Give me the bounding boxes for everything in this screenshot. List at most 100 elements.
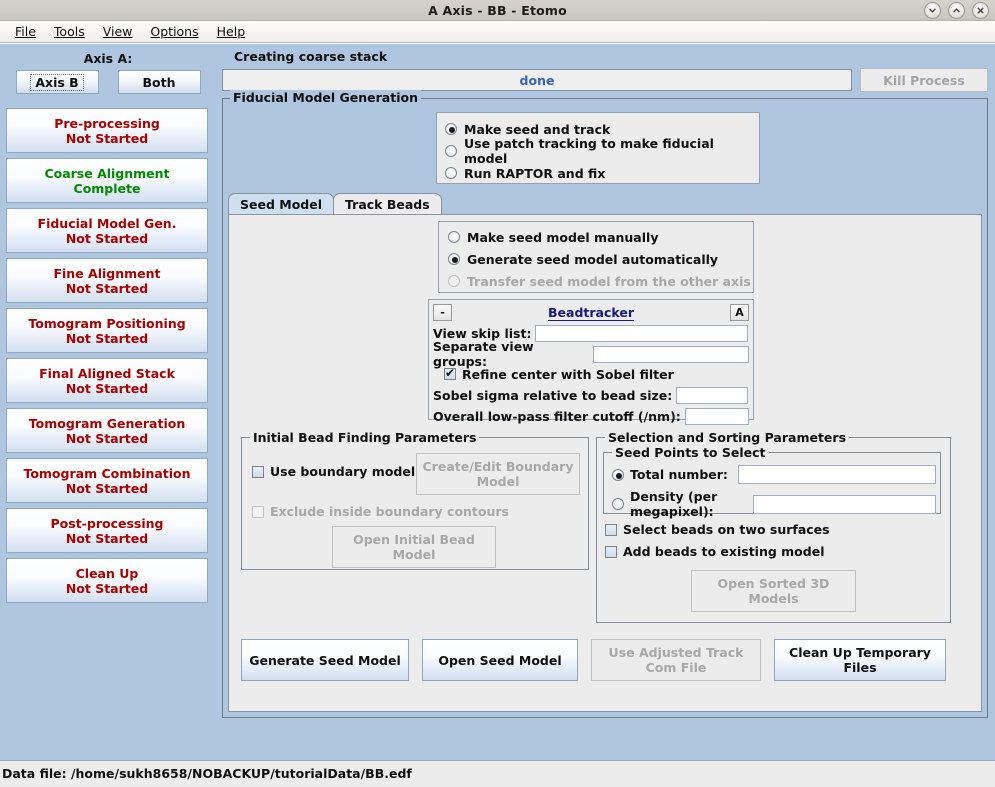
tab-track-beads[interactable]: Track Beads [333,193,442,215]
clean-up-temporary-files-button[interactable]: Clean Up Temporary Files [774,639,946,681]
fiducial-group-title: Fiducial Model Generation [230,90,421,105]
sobel-sigma-row: Sobel sigma relative to bead size: [433,385,749,405]
use-boundary-model-checkbox-row[interactable]: Use boundary model [252,464,415,479]
kill-process-label: Kill Process [883,72,965,88]
stage-status: Not Started [65,280,149,296]
radio-button-icon [448,253,460,265]
stage-status: Complete [73,180,141,196]
density-row[interactable]: Density (per megapixel): [612,489,936,519]
sidebar-item-post-processing[interactable]: Post-processing Not Started [6,508,208,553]
sidebar-item-fine-alignment[interactable]: Fine Alignment Not Started [6,258,208,303]
use-adjusted-track-com-file-label: Use Adjusted Track Com File [608,645,744,675]
radio-label: Transfer seed model from the other axis [467,273,751,289]
lowpass-cutoff-row: Overall low-pass filter cutoff (/nm): [433,406,749,426]
both-axes-button[interactable]: Both [117,70,201,94]
radio-use-patch-tracking[interactable]: Use patch tracking to make fiducial mode… [445,136,759,166]
beadtracker-panel: - Beadtracker A View skip list: Separate… [428,299,754,425]
total-number-label: Total number: [630,467,728,482]
menu-options[interactable]: Options [141,22,207,41]
stage-title: Fiducial Model Gen. [37,215,177,231]
progress-bar-text: done [519,72,555,88]
window-title: A Axis - BB - Etomo [428,2,567,18]
total-number-input[interactable] [737,465,936,484]
stage-status: Not Started [65,230,149,246]
sidebar-item-final-aligned-stack[interactable]: Final Aligned Stack Not Started [6,358,208,403]
seed-points-title: Seed Points to Select [612,445,769,460]
sidebar-item-tomogram-combination[interactable]: Tomogram Combination Not Started [6,458,208,503]
separate-view-groups-label: Separate view groups: [433,339,534,369]
checkbox-icon [605,545,617,558]
menu-file[interactable]: File [6,22,45,41]
radio-button-icon [445,123,457,135]
sidebar-item-tomogram-generation[interactable]: Tomogram Generation Not Started [6,408,208,453]
sidebar: Axis A: Axis B Both Pre-processing Not S… [0,44,216,764]
refine-sobel-label: Refine center with Sobel filter [462,366,674,382]
minimize-button[interactable] [924,2,941,19]
statusbar-text: Data file: /home/sukh8658/NOBACKUP/tutor… [2,765,412,781]
stage-title: Clean Up [75,565,139,581]
menu-tools[interactable]: Tools [45,22,94,41]
window-controls [924,2,989,19]
menu-view[interactable]: View [94,22,142,41]
tab-seed-model[interactable]: Seed Model [228,193,334,215]
refine-sobel-checkbox-row[interactable]: Refine center with Sobel filter [433,364,749,384]
axis-b-button[interactable]: Axis B [15,70,99,94]
selection-sorting-group: Selection and Sorting Parameters Seed Po… [596,430,951,623]
generate-seed-model-button[interactable]: Generate Seed Model [241,639,409,681]
advanced-icon: A [735,305,744,319]
maximize-button[interactable] [948,2,965,19]
radio-label: Use patch tracking to make fiducial mode… [464,136,714,166]
radio-button-icon [612,498,624,510]
open-seed-model-button[interactable]: Open Seed Model [422,639,578,681]
beadtracker-collapse-button[interactable]: - [433,303,452,321]
radio-button-icon [448,275,460,287]
beadtracker-header: - Beadtracker A [433,302,749,322]
add-beads-label: Add beads to existing model [623,544,825,559]
total-number-row[interactable]: Total number: [612,465,936,484]
menu-options-label: Options [150,24,199,39]
clean-up-temporary-files-label: Clean Up Temporary Files [789,645,931,675]
menu-tools-label: Tools [53,24,85,39]
selection-sorting-title: Selection and Sorting Parameters [605,430,850,445]
stage-status: Not Started [65,430,149,446]
sidebar-item-coarse-alignment[interactable]: Coarse Alignment Complete [6,158,208,203]
axis-button-row: Axis B Both [6,70,210,94]
sidebar-item-tomogram-positioning[interactable]: Tomogram Positioning Not Started [6,308,208,353]
sidebar-item-clean-up[interactable]: Clean Up Not Started [6,558,208,603]
seed-points-to-select-group: Seed Points to Select Total number: Dens… [603,445,941,519]
statusbar: Data file: /home/sukh8658/NOBACKUP/tutor… [0,760,995,785]
stage-status: Not Started [65,580,149,596]
add-beads-checkbox-row[interactable]: Add beads to existing model [605,544,824,559]
checkbox-icon [444,366,456,380]
sidebar-item-fiducial-model-gen[interactable]: Fiducial Model Gen. Not Started [6,208,208,253]
radio-button-icon [612,468,624,481]
exclude-inside-contours-label: Exclude inside boundary contours [270,504,510,519]
process-heading: Creating coarse stack [234,49,388,64]
tab-label: Track Beads [345,197,430,212]
radio-transfer-seed-model: Transfer seed model from the other axis [448,270,753,292]
radio-button-icon [445,167,457,179]
close-button[interactable] [972,2,989,19]
beadtracker-advanced-button[interactable]: A [730,303,749,321]
radio-button-icon [448,231,460,243]
density-input[interactable] [753,494,936,514]
separate-view-groups-input[interactable] [593,345,749,363]
axis-label: Axis A: [83,51,133,66]
open-seed-model-label: Open Seed Model [438,652,562,668]
sobel-sigma-input[interactable] [676,386,749,404]
menu-help-label: Help [216,24,246,39]
two-surfaces-checkbox-row[interactable]: Select beads on two surfaces [605,522,830,537]
sidebar-item-pre-processing[interactable]: Pre-processing Not Started [6,108,208,153]
stage-title: Post-processing [50,515,164,531]
stage-title: Fine Alignment [53,265,161,281]
radio-make-seed-model-manually[interactable]: Make seed model manually [448,226,753,248]
lowpass-cutoff-input[interactable] [684,407,749,425]
separate-view-groups-row: Separate view groups: [433,339,749,369]
menu-help[interactable]: Help [208,22,255,41]
radio-generate-seed-model-automatically[interactable]: Generate seed model automatically [448,248,753,270]
beadtracker-title-link[interactable]: Beadtracker [452,305,730,320]
radio-label: Make seed model manually [467,229,659,245]
open-initial-bead-model-label: Open Initial Bead Model [353,532,475,562]
menubar: File Tools View Options Help [0,21,995,43]
progress-bar: done [222,69,852,91]
